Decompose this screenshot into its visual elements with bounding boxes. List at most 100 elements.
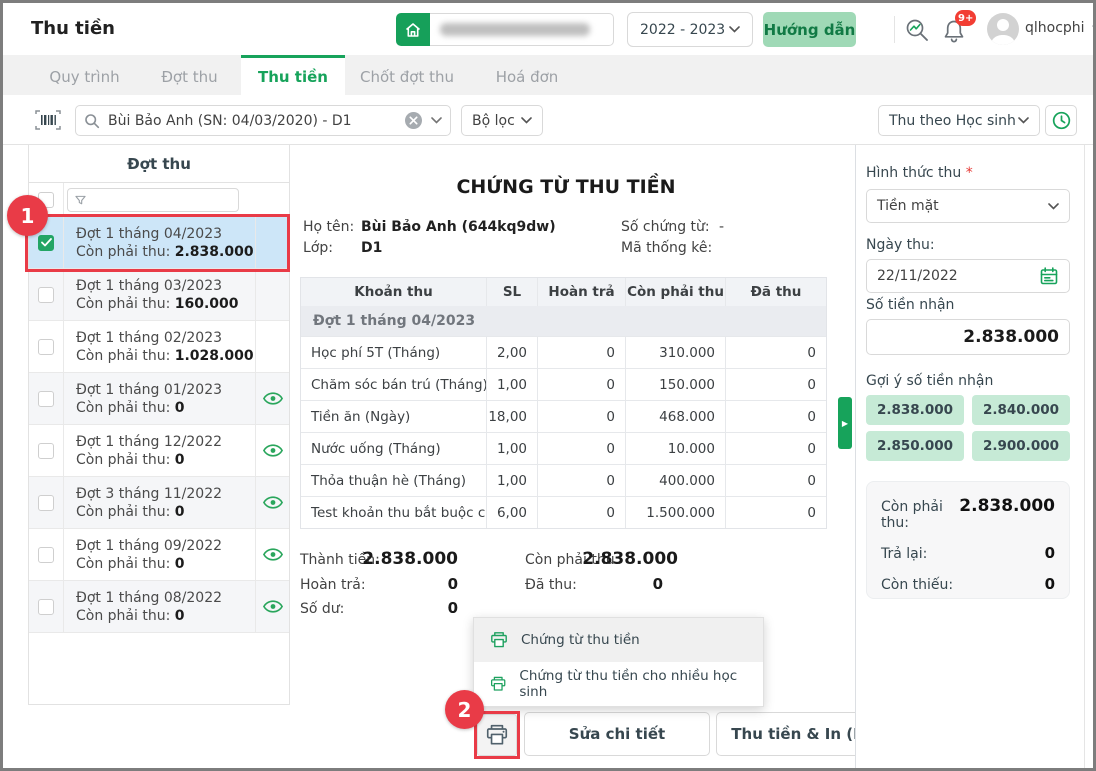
print-menu-item-receipt[interactable]: Chứng từ thu tiền bbox=[474, 618, 763, 662]
school-name-field[interactable] bbox=[430, 13, 614, 46]
chevron-down-icon bbox=[521, 117, 532, 124]
fee-row: Thỏa thuận hè (Tháng) 1,00 0 400.000 0 bbox=[301, 464, 826, 496]
collapse-panel-handle[interactable]: ▶ bbox=[838, 397, 852, 449]
print-button[interactable] bbox=[477, 714, 517, 756]
due-value: 1.028.000 bbox=[174, 348, 254, 364]
dot-thu-row[interactable]: Đợt 1 tháng 12/2022 Còn phải thu: 0 bbox=[29, 425, 289, 477]
clear-icon[interactable] bbox=[404, 111, 423, 130]
name-value: Bùi Bảo Anh (644kq9dw) bbox=[361, 219, 556, 235]
fee-due: 150.000 bbox=[625, 369, 725, 400]
dot-thu-due: Còn phải thu: 0 bbox=[76, 451, 255, 470]
view-receipt-eye-icon[interactable] bbox=[262, 444, 283, 457]
collect-mode-select[interactable]: Thu theo Học sinh bbox=[878, 105, 1040, 136]
dot-thu-row[interactable]: Đợt 3 tháng 11/2022 Còn phải thu: 0 bbox=[29, 477, 289, 529]
fee-table: Khoản thu SL Hoàn trả Còn phải thu Đã th… bbox=[300, 277, 827, 529]
date-input[interactable]: 22/11/2022 bbox=[866, 259, 1070, 293]
summary-due-value: 2.838.000 bbox=[959, 496, 1055, 516]
fee-name: Nước uống (Tháng) bbox=[311, 440, 441, 457]
chevron-down-icon[interactable] bbox=[431, 117, 442, 124]
due-label: Còn phải thu: bbox=[76, 244, 171, 260]
row-checkbox[interactable] bbox=[38, 286, 54, 303]
dot-thu-row[interactable]: Đợt 1 tháng 08/2022 Còn phải thu: 0 bbox=[29, 581, 289, 633]
dot-thu-due: Còn phải thu: 1.028.000 bbox=[76, 347, 255, 366]
date-value: 22/11/2022 bbox=[877, 268, 958, 284]
suggestion-chip[interactable]: 2.900.000 bbox=[972, 431, 1070, 461]
received-label: Số tiền nhận bbox=[866, 297, 955, 313]
balance-label: Số dư: bbox=[300, 601, 345, 617]
dot-thu-due: Còn phải thu: 0 bbox=[76, 399, 255, 418]
dot-thu-due: Còn phải thu: 0 bbox=[76, 607, 255, 626]
dot-thu-row[interactable]: Đợt 1 tháng 01/2023 Còn phải thu: 0 bbox=[29, 373, 289, 425]
tab-quy-trinh[interactable]: Quy trình bbox=[31, 55, 138, 95]
print-menu-item-multi[interactable]: Chứng từ thu tiền cho nhiều học sinh bbox=[474, 662, 763, 706]
row-checkbox[interactable] bbox=[38, 546, 54, 563]
search-trend-button[interactable] bbox=[902, 15, 932, 45]
help-button[interactable]: Hướng dẫn bbox=[763, 12, 856, 47]
edit-detail-button[interactable]: Sửa chi tiết bbox=[524, 712, 710, 756]
dot-thu-title: Đợt 1 tháng 04/2023 bbox=[76, 226, 223, 242]
received-amount-input[interactable]: 2.838.000 bbox=[866, 319, 1070, 355]
dot-thu-filter-input[interactable] bbox=[67, 188, 239, 212]
history-button[interactable] bbox=[1045, 105, 1077, 136]
required-asterisk: * bbox=[965, 165, 973, 181]
fee-name: Tiền ăn (Ngày) bbox=[311, 408, 411, 425]
tab-dot-thu[interactable]: Đợt thu bbox=[138, 55, 241, 95]
summary-missing-label: Còn thiếu: bbox=[881, 577, 954, 593]
home-button[interactable] bbox=[396, 13, 430, 46]
tab-hoa-don[interactable]: Hoá đơn bbox=[469, 55, 585, 95]
filter-button[interactable]: Bộ lọc bbox=[461, 105, 543, 136]
search-icon bbox=[85, 113, 100, 128]
print-menu-label: Chứng từ thu tiền bbox=[521, 632, 640, 648]
due-label: Còn phải thu: bbox=[76, 504, 171, 520]
school-selector[interactable] bbox=[396, 13, 614, 46]
chevron-down-icon bbox=[729, 26, 740, 33]
barcode-scan-button[interactable] bbox=[31, 105, 65, 135]
due-label: Còn phải thu: bbox=[76, 452, 171, 468]
view-receipt-eye-icon[interactable] bbox=[262, 392, 283, 405]
header: Thu tiền 2022 - 2023 Hướng dẫn 9+ qlhocp… bbox=[3, 3, 1093, 55]
tab-thu-tien[interactable]: Thu tiền bbox=[241, 55, 345, 95]
avatar[interactable] bbox=[987, 13, 1019, 45]
row-checkbox[interactable] bbox=[38, 598, 54, 615]
dot-thu-row[interactable]: Đợt 1 tháng 02/2023 Còn phải thu: 1.028.0… bbox=[29, 321, 289, 373]
due-value: 0 bbox=[174, 608, 185, 624]
fee-name: Học phí 5T (Tháng) bbox=[311, 344, 441, 361]
view-receipt-eye-icon[interactable] bbox=[262, 600, 283, 613]
method-select[interactable]: Tiền mặt bbox=[866, 189, 1070, 223]
dot-thu-row[interactable]: Đợt 1 tháng 09/2022 Còn phải thu: 0 bbox=[29, 529, 289, 581]
suggestion-chip[interactable]: 2.840.000 bbox=[972, 395, 1070, 425]
dot-thu-row[interactable]: Đợt 1 tháng 04/2023 Còn phải thu: 2.838.0… bbox=[29, 217, 289, 269]
doc-no-value: - bbox=[719, 219, 725, 235]
due-label: Còn phải thu: bbox=[76, 556, 171, 572]
tab-label: Đợt thu bbox=[161, 67, 218, 86]
person-icon bbox=[990, 19, 1016, 45]
tab-chot-dot-thu[interactable]: Chốt đợt thu bbox=[345, 55, 469, 95]
row-checkbox-checked[interactable] bbox=[38, 234, 54, 251]
fee-due: 1.500.000 bbox=[625, 497, 725, 528]
chevron-down-icon bbox=[1018, 117, 1029, 124]
fee-refund: 0 bbox=[537, 433, 625, 464]
suggestion-chip[interactable]: 2.850.000 bbox=[866, 431, 964, 461]
suggestion-chip[interactable]: 2.838.000 bbox=[866, 395, 964, 425]
funnel-icon bbox=[75, 195, 86, 204]
view-receipt-eye-icon[interactable] bbox=[262, 496, 283, 509]
balance-value: 0 bbox=[447, 599, 458, 617]
user-menu[interactable]: qlhocphi bbox=[1025, 20, 1093, 36]
summary-change-value: 0 bbox=[1044, 544, 1055, 562]
row-checkbox[interactable] bbox=[38, 338, 54, 355]
fee-qty: 1,00 bbox=[486, 433, 537, 464]
fee-collected: 0 bbox=[725, 369, 826, 400]
row-checkbox[interactable] bbox=[38, 390, 54, 407]
school-year-select[interactable]: 2022 - 2023 bbox=[627, 12, 753, 47]
method-label: Hình thức thu * bbox=[866, 165, 973, 181]
calendar-icon[interactable] bbox=[1039, 266, 1059, 286]
view-receipt-eye-icon[interactable] bbox=[262, 548, 283, 561]
amount-value: 2.838.000 bbox=[362, 549, 458, 569]
student-search-input[interactable]: Bùi Bảo Anh (SN: 04/03/2020) - D1 bbox=[75, 105, 451, 136]
notifications-button[interactable]: 9+ bbox=[939, 10, 977, 47]
row-checkbox[interactable] bbox=[38, 442, 54, 459]
toolbar: Bùi Bảo Anh (SN: 04/03/2020) - D1 Bộ lọc… bbox=[3, 95, 1093, 145]
row-checkbox[interactable] bbox=[38, 494, 54, 511]
dot-thu-row[interactable]: Đợt 1 tháng 03/2023 Còn phải thu: 160.000 bbox=[29, 269, 289, 321]
fee-table-header: Khoản thu SL Hoàn trả Còn phải thu Đã th… bbox=[301, 278, 826, 306]
